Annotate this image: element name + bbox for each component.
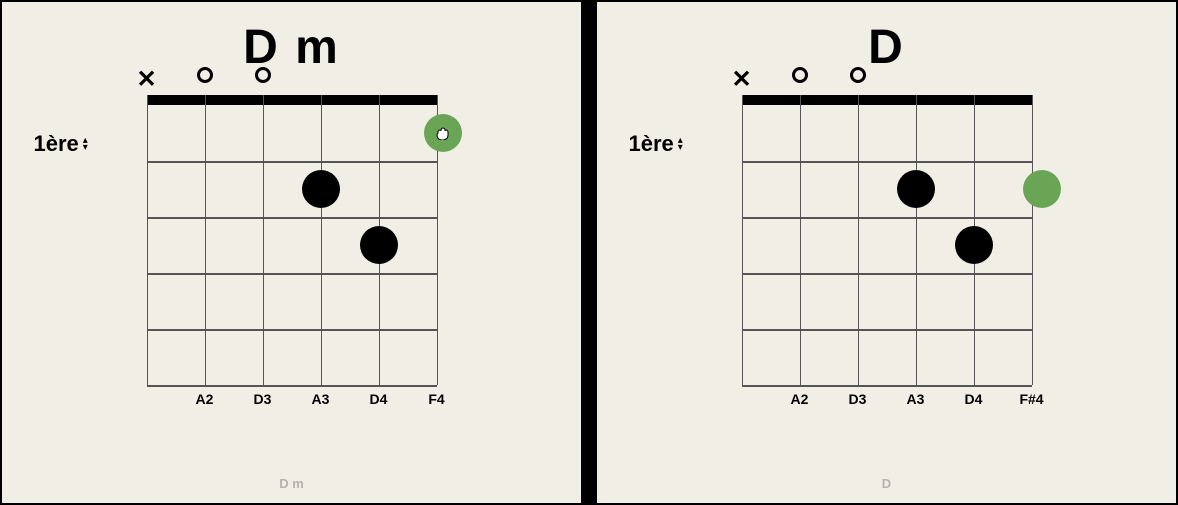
open-marker-icon[interactable] xyxy=(255,67,271,83)
fret-position-label: 1ère xyxy=(34,131,79,157)
finger-dot-highlight[interactable] xyxy=(1023,170,1061,208)
string-line xyxy=(858,95,860,385)
string-markers-row: ✕ xyxy=(147,65,437,89)
string-note-label: A3 xyxy=(907,391,925,407)
fret-line xyxy=(742,385,1032,387)
finger-dot[interactable] xyxy=(897,170,935,208)
string-markers-row: ✕ xyxy=(742,65,1032,89)
fret-line xyxy=(742,273,1032,275)
finger-dot[interactable] xyxy=(360,226,398,264)
string-note-label: D4 xyxy=(965,391,983,407)
finger-dot[interactable] xyxy=(302,170,340,208)
string-line xyxy=(321,95,323,385)
fretboard[interactable]: ✕A2D3A3D4F#4 xyxy=(742,95,1032,385)
nut xyxy=(147,95,437,105)
string-line xyxy=(205,95,207,385)
string-note-label: F4 xyxy=(428,391,444,407)
fret-line xyxy=(147,385,437,387)
fret-line xyxy=(147,217,437,219)
string-labels-row: A2D3A3D4F4 xyxy=(147,391,437,411)
nut xyxy=(742,95,1032,105)
fret-line xyxy=(147,329,437,331)
string-line xyxy=(147,95,149,385)
stepper-icon[interactable]: ▴▾ xyxy=(83,137,88,151)
string-note-label: A2 xyxy=(196,391,214,407)
fret-position-stepper[interactable]: 1ère ▴▾ xyxy=(629,131,683,157)
fret-line xyxy=(147,273,437,275)
string-note-label: F#4 xyxy=(1019,391,1043,407)
string-note-label: A2 xyxy=(791,391,809,407)
finger-dot-highlight[interactable] xyxy=(424,114,462,152)
string-note-label: D4 xyxy=(370,391,388,407)
string-labels-row: A2D3A3D4F#4 xyxy=(742,391,1032,411)
chord-diagram: 1ère ▴▾ ✕A2D3A3D4F4 xyxy=(92,95,492,385)
fret-line xyxy=(742,329,1032,331)
stepper-icon[interactable]: ▴▾ xyxy=(678,137,683,151)
open-marker-icon[interactable] xyxy=(197,67,213,83)
mute-marker-icon[interactable]: ✕ xyxy=(137,65,157,94)
string-line xyxy=(1032,95,1034,385)
fret-position-stepper[interactable]: 1ère ▴▾ xyxy=(34,131,88,157)
chord-diagram: 1ère ▴▾ ✕A2D3A3D4F#4 xyxy=(687,95,1087,385)
mute-marker-icon[interactable]: ✕ xyxy=(732,65,752,94)
fretboard[interactable]: ✕A2D3A3D4F4 xyxy=(147,95,437,385)
open-marker-icon[interactable] xyxy=(850,67,866,83)
fret-line xyxy=(742,217,1032,219)
chord-caption: D m xyxy=(279,476,304,491)
string-line xyxy=(742,95,744,385)
string-line xyxy=(263,95,265,385)
fret-position-label: 1ère xyxy=(629,131,674,157)
string-line xyxy=(800,95,802,385)
chord-panel-left: D m 1ère ▴▾ ✕A2D3A3D4F4 D m xyxy=(0,0,583,505)
open-marker-icon[interactable] xyxy=(792,67,808,83)
string-line xyxy=(916,95,918,385)
string-note-label: D3 xyxy=(254,391,272,407)
finger-dot[interactable] xyxy=(955,226,993,264)
chord-panel-right: D 1ère ▴▾ ✕A2D3A3D4F#4 D xyxy=(595,0,1178,505)
fret-line xyxy=(147,161,437,163)
string-note-label: D3 xyxy=(849,391,867,407)
chord-caption: D xyxy=(882,476,891,491)
fret-line xyxy=(742,161,1032,163)
string-note-label: A3 xyxy=(312,391,330,407)
